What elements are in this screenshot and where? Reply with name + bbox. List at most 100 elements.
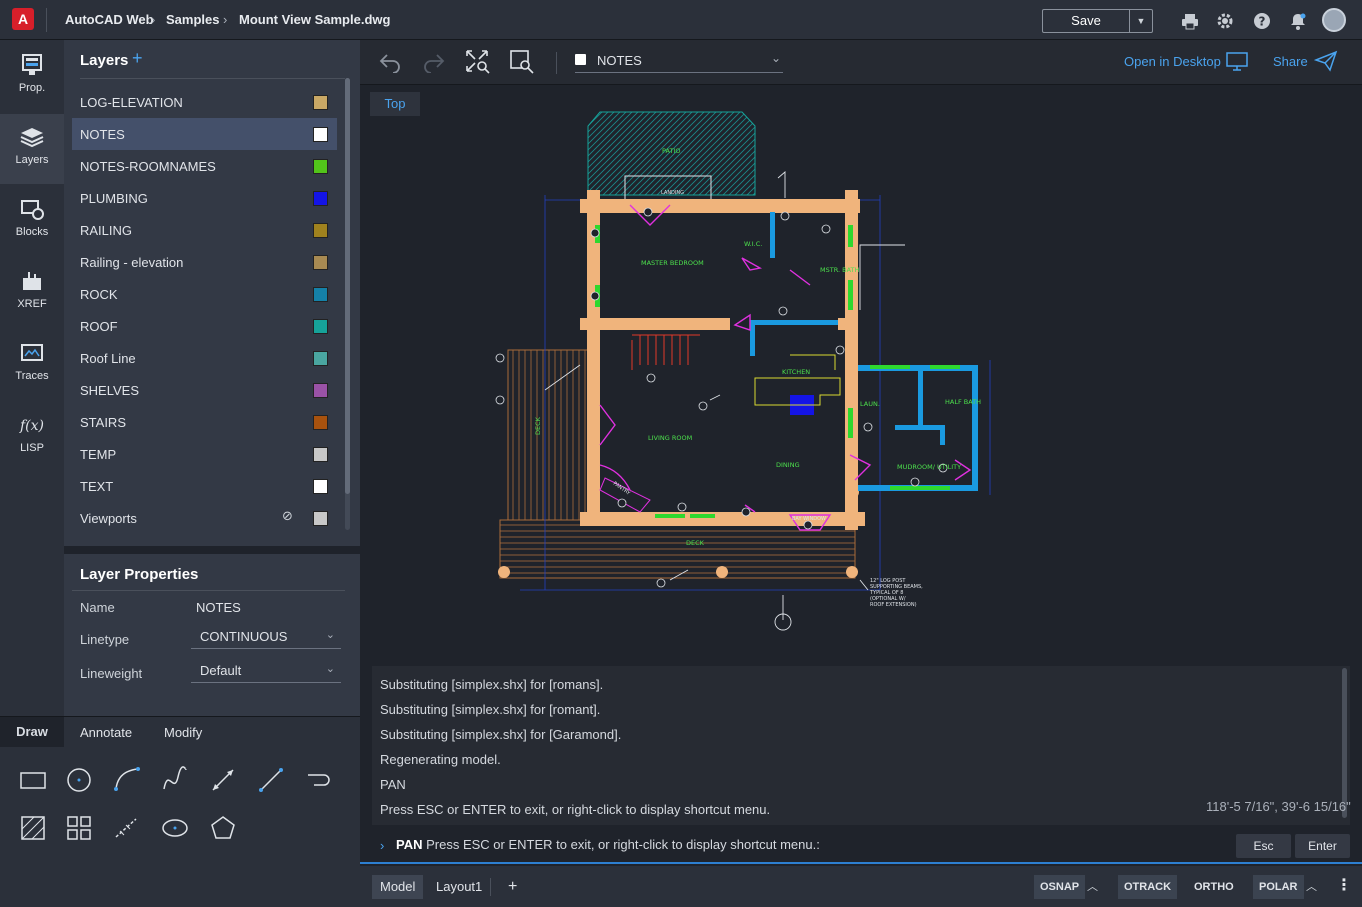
layer-color-swatch[interactable] — [313, 287, 328, 302]
layer-color-swatch[interactable] — [313, 191, 328, 206]
array-tool-icon[interactable] — [64, 813, 94, 843]
rail-item-lisp[interactable]: f(x) LISP — [0, 402, 64, 472]
polyline-tool-icon[interactable] — [304, 765, 334, 795]
layer-color-swatch[interactable] — [313, 383, 328, 398]
layer-row[interactable]: NOTES — [72, 118, 337, 150]
layers-icon — [20, 128, 44, 148]
send-plane-icon[interactable] — [1314, 50, 1338, 72]
left-rail: Prop. Layers Blocks XREF Traces f(x) LIS… — [0, 40, 64, 716]
ellipse-tool-icon[interactable] — [160, 813, 190, 843]
panel-resize-grip[interactable] — [182, 547, 242, 558]
rail-item-traces[interactable]: Traces — [0, 330, 64, 400]
layers-scrollbar-thumb[interactable] — [345, 78, 350, 494]
circle-tool-icon[interactable] — [64, 765, 94, 795]
otrack-toggle[interactable]: OTRACK — [1118, 875, 1178, 899]
breadcrumb-folder[interactable]: Samples — [166, 12, 219, 27]
layer-color-swatch[interactable] — [313, 415, 328, 430]
floor-plan-drawing[interactable]: PATIO MASTER BEDROOM W.I.C. MSTR. BATH K… — [360, 85, 1362, 665]
layer-color-swatch[interactable] — [313, 159, 328, 174]
polar-toggle[interactable]: POLAR — [1253, 875, 1304, 899]
layer-properties-title: Layer Properties — [80, 566, 199, 583]
tab-annotate[interactable]: Annotate — [80, 725, 132, 740]
layer-row[interactable]: TEMP — [72, 438, 337, 470]
rail-label: Layers — [15, 154, 49, 166]
rail-item-blocks[interactable]: Blocks — [0, 186, 64, 256]
rail-item-layers[interactable]: Layers — [0, 114, 64, 184]
zoom-extents-icon[interactable] — [464, 48, 490, 74]
layer-color-swatch[interactable] — [313, 255, 328, 270]
redo-icon[interactable] — [422, 51, 446, 73]
print-icon[interactable] — [1181, 12, 1199, 30]
notifications-bell-icon[interactable] — [1289, 12, 1307, 30]
layer-color-swatch[interactable] — [313, 95, 328, 110]
layer-color-swatch[interactable] — [313, 447, 328, 462]
spline-tool-icon[interactable] — [160, 765, 190, 795]
layer-name: TEXT — [80, 479, 114, 494]
layer-row[interactable]: STAIRS — [72, 406, 337, 438]
rail-item-xref[interactable]: XREF — [0, 258, 64, 328]
dimension-tool-icon[interactable] — [208, 765, 238, 795]
undo-icon[interactable] — [378, 51, 402, 73]
more-options-icon[interactable]: ⋮ — [1336, 875, 1352, 895]
save-label[interactable]: Save — [1043, 10, 1129, 32]
desktop-monitor-icon[interactable] — [1226, 52, 1248, 72]
layer-row[interactable]: PLUMBING — [72, 182, 337, 214]
layer-row[interactable]: ROOF — [72, 310, 337, 342]
add-layout-icon[interactable]: + — [500, 875, 525, 899]
room-label-deck: DECK — [686, 539, 705, 547]
command-line[interactable]: › PAN Press ESC or ENTER to exit, or rig… — [360, 826, 1362, 864]
tab-draw[interactable]: Draw — [0, 717, 64, 747]
tab-model[interactable]: Model — [372, 875, 424, 899]
layer-row[interactable]: LOG-ELEVATION — [72, 86, 337, 118]
layer-row[interactable]: RAILING — [72, 214, 337, 246]
help-icon[interactable]: ? — [1253, 12, 1271, 30]
layer-color-swatch[interactable] — [313, 223, 328, 238]
measure-tool-icon[interactable] — [112, 813, 142, 843]
no-plot-icon[interactable]: ⊘ — [282, 508, 293, 524]
hatch-tool-icon[interactable] — [18, 813, 48, 843]
layer-row[interactable]: Railing - elevation — [72, 246, 337, 278]
autocad-logo[interactable]: A — [12, 8, 34, 30]
tab-modify[interactable]: Modify — [164, 725, 202, 740]
chevron-up-icon[interactable]: ︿ — [1087, 878, 1098, 894]
osnap-toggle[interactable]: OSNAP — [1034, 875, 1086, 899]
save-dropdown-caret-icon[interactable]: ▼ — [1129, 10, 1152, 32]
lineweight-select[interactable]: Default ⌄ — [191, 659, 341, 683]
current-layer-dropdown[interactable]: NOTES ⌄ — [575, 49, 783, 73]
user-avatar[interactable] — [1322, 8, 1346, 32]
layer-color-swatch[interactable] — [313, 351, 328, 366]
line-tool-icon[interactable] — [256, 765, 286, 795]
room-label-half-bath: HALF BATH — [945, 398, 981, 406]
share-link[interactable]: Share — [1273, 54, 1308, 69]
zoom-window-icon[interactable] — [508, 48, 534, 74]
log-line: Substituting [simplex.shx] for [romans]. — [380, 677, 604, 692]
layer-row[interactable]: SHELVES — [72, 374, 337, 406]
layer-color-swatch[interactable] — [313, 319, 328, 334]
linetype-select[interactable]: CONTINUOUS ⌄ — [191, 625, 341, 649]
layer-row[interactable]: Viewports ⊘ — [72, 502, 337, 534]
save-button[interactable]: Save ▼ — [1042, 9, 1153, 33]
add-layer-icon[interactable]: + — [132, 48, 143, 69]
arc-tool-icon[interactable] — [112, 765, 142, 795]
chevron-up-icon[interactable]: ︿ — [1306, 878, 1317, 894]
rail-item-properties[interactable]: Prop. — [0, 42, 64, 112]
layer-name: ROCK — [80, 287, 118, 302]
layer-row[interactable]: Roof Line — [72, 342, 337, 374]
rectangle-tool-icon[interactable] — [18, 765, 48, 795]
esc-button[interactable]: Esc — [1236, 834, 1291, 858]
breadcrumb-app[interactable]: AutoCAD Web — [65, 12, 154, 27]
layer-color-swatch[interactable] — [313, 127, 328, 142]
command-history-scrollbar[interactable] — [1342, 668, 1347, 818]
gear-icon[interactable] — [1216, 12, 1234, 30]
enter-button[interactable]: Enter — [1295, 834, 1350, 858]
polygon-tool-icon[interactable] — [208, 813, 238, 843]
ortho-toggle[interactable]: ORTHO — [1188, 875, 1240, 899]
open-in-desktop-link[interactable]: Open in Desktop — [1124, 54, 1221, 69]
layer-row[interactable]: TEXT — [72, 470, 337, 502]
tab-layout1[interactable]: Layout1 — [428, 875, 490, 899]
layer-name: SHELVES — [80, 383, 140, 398]
layer-color-swatch[interactable] — [313, 479, 328, 494]
layer-color-swatch[interactable] — [313, 511, 328, 526]
layer-row[interactable]: NOTES-ROOMNAMES — [72, 150, 337, 182]
layer-row[interactable]: ROCK — [72, 278, 337, 310]
